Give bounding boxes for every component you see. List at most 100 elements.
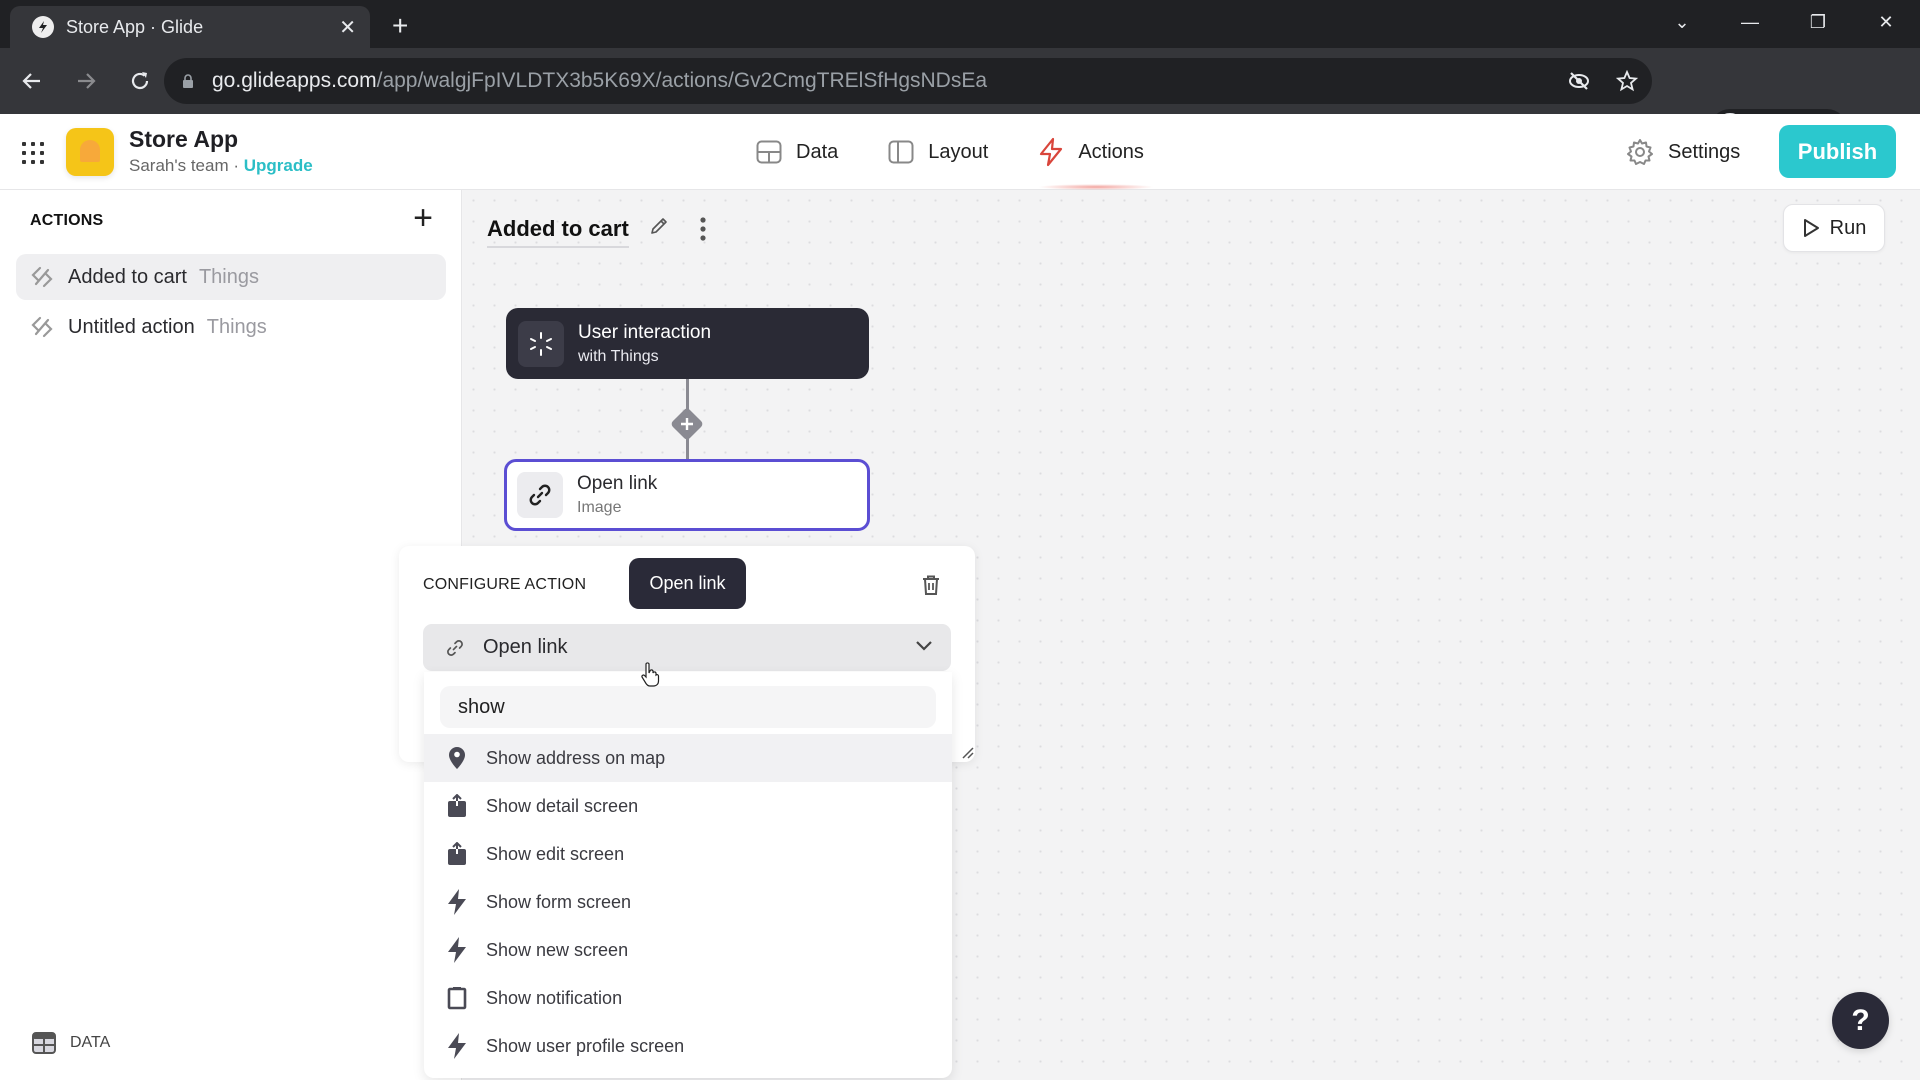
glide-favicon-icon — [32, 16, 54, 38]
notification-box-icon — [444, 986, 470, 1010]
close-window-icon[interactable]: ✕ — [1852, 12, 1920, 33]
sidebar-item-added-to-cart[interactable]: Added to cart Things — [16, 254, 446, 300]
address-bar[interactable]: go.glideapps.com/app/walgjFpIVLDTX3b5K69… — [164, 58, 1652, 104]
sidebar-title: ACTIONS — [30, 212, 104, 229]
url-path: /app/walgjFpIVLDTX3b5K69X/actions/Gv2Cmg… — [376, 69, 988, 92]
reload-button[interactable] — [118, 59, 162, 103]
add-step-icon[interactable] — [667, 404, 707, 444]
bolt-icon — [1040, 137, 1063, 167]
nav-actions-label: Actions — [1078, 140, 1144, 163]
sidebar-item-untitled-action[interactable]: Untitled action Things — [16, 304, 446, 350]
workflow-title[interactable]: Added to cart — [487, 216, 629, 248]
action-node-open-link[interactable]: Open link Image — [504, 459, 870, 531]
option-label: Show notification — [486, 987, 623, 1008]
layout-icon — [888, 140, 914, 164]
resize-handle-icon[interactable] — [961, 746, 975, 760]
option-label: Show detail screen — [486, 795, 639, 816]
action-node-subtitle: Image — [577, 499, 622, 516]
forward-arrow-icon — [78, 73, 96, 89]
browser-tab-bar: Store App · Glide ✕ + ⌄ — ❐ ✕ — [0, 0, 1920, 48]
nav-actions[interactable]: Actions — [1038, 114, 1154, 190]
action-workflow-icon — [31, 266, 53, 288]
option-show-edit-screen[interactable]: Show edit screen — [424, 830, 952, 878]
help-button[interactable]: ? — [1832, 992, 1889, 1049]
action-search-field[interactable] — [440, 686, 936, 728]
upgrade-link[interactable]: Upgrade — [244, 156, 313, 175]
more-vertical-icon[interactable] — [696, 216, 710, 242]
settings-label: Settings — [1668, 140, 1741, 163]
lock-icon — [183, 74, 193, 88]
app-logo[interactable] — [66, 128, 114, 176]
action-search-input[interactable] — [458, 695, 936, 719]
action-type-dropdown: Show address on map Show detail screen S… — [424, 672, 952, 1078]
option-show-detail-screen[interactable]: Show detail screen — [424, 782, 952, 830]
action-workflow-icon — [31, 316, 53, 338]
sidebar-item-label: Added to cart — [68, 265, 187, 288]
nav-layout[interactable]: Layout — [888, 114, 988, 190]
app-grid-icon[interactable] — [22, 142, 44, 164]
nav-data-label: Data — [796, 140, 839, 163]
configure-action-title: CONFIGURE ACTION — [423, 576, 587, 593]
action-node-title: Open link — [577, 473, 658, 494]
trash-icon[interactable] — [921, 574, 941, 596]
browser-tab[interactable]: Store App · Glide ✕ — [10, 6, 370, 48]
bolt-icon — [444, 936, 470, 964]
bolt-icon — [444, 1032, 470, 1060]
eye-off-icon[interactable] — [1568, 70, 1590, 92]
bookmark-star-icon[interactable] — [1616, 70, 1638, 92]
action-type-select[interactable]: Open link — [423, 624, 951, 671]
option-label: Show form screen — [486, 891, 632, 912]
option-show-form-screen[interactable]: Show form screen — [424, 878, 952, 926]
team-info: Sarah's team · Upgrade — [129, 156, 313, 176]
option-show-notification[interactable]: Show notification — [424, 974, 952, 1022]
new-tab-button[interactable]: + — [392, 12, 408, 40]
minimize-icon[interactable]: — — [1716, 12, 1784, 33]
share-screen-icon — [444, 842, 470, 866]
add-action-button[interactable]: + — [408, 201, 438, 235]
option-label: Show user profile screen — [486, 1035, 685, 1056]
app-name: Store App — [129, 126, 239, 152]
sidebar-data-label: DATA — [70, 1034, 111, 1051]
separator: · — [228, 156, 244, 175]
option-show-new-screen[interactable]: Show new screen — [424, 926, 952, 974]
tab-search-icon[interactable]: ⌄ — [1648, 12, 1716, 33]
sidebar-item-table: Things — [206, 315, 267, 338]
publish-button[interactable]: Publish — [1779, 125, 1896, 178]
action-tooltip: Open link — [629, 558, 746, 609]
map-pin-icon — [444, 746, 470, 770]
action-options-list: Show address on map Show detail screen S… — [424, 734, 952, 1070]
run-button[interactable]: Run — [1783, 204, 1885, 252]
chevron-down-icon — [916, 641, 932, 651]
hand-pointer-cursor-icon — [641, 662, 660, 687]
restore-icon[interactable]: ❐ — [1784, 12, 1852, 33]
back-button[interactable] — [10, 59, 54, 103]
bolt-icon — [444, 888, 470, 916]
pencil-icon[interactable] — [649, 216, 669, 236]
option-show-user-profile-screen[interactable]: Show user profile screen — [424, 1022, 952, 1070]
option-label: Show edit screen — [486, 843, 625, 864]
play-icon — [1803, 219, 1819, 237]
link-icon — [447, 639, 463, 656]
sidebar-item-label: Untitled action — [68, 315, 195, 338]
sidebar-data-link[interactable]: DATA — [32, 1032, 110, 1054]
nav-data[interactable]: Data — [756, 114, 838, 190]
run-label: Run — [1829, 216, 1867, 239]
table-icon — [756, 140, 782, 164]
team-name: Sarah's team — [129, 156, 229, 175]
option-show-address-on-map[interactable]: Show address on map — [424, 734, 952, 782]
gear-icon — [1627, 139, 1653, 165]
forward-button[interactable] — [64, 59, 108, 103]
settings-button[interactable]: Settings — [1626, 114, 1740, 190]
share-screen-icon — [444, 794, 470, 818]
link-icon — [517, 472, 563, 518]
main-nav: Data Layout Actions — [756, 114, 1194, 190]
trigger-node-subtitle: with Things — [578, 347, 659, 365]
actions-sidebar: ACTIONS + Added to cart Things Untitled … — [0, 190, 462, 1080]
close-tab-icon[interactable]: ✕ — [339, 15, 356, 40]
back-arrow-icon — [22, 73, 40, 89]
url-host: go.glideapps.com — [212, 69, 377, 92]
sidebar-item-table: Things — [198, 265, 259, 288]
option-label: Show address on map — [486, 747, 666, 768]
trigger-node[interactable]: User interaction with Things — [506, 308, 869, 379]
browser-toolbar: go.glideapps.com/app/walgjFpIVLDTX3b5K69… — [0, 48, 1920, 149]
